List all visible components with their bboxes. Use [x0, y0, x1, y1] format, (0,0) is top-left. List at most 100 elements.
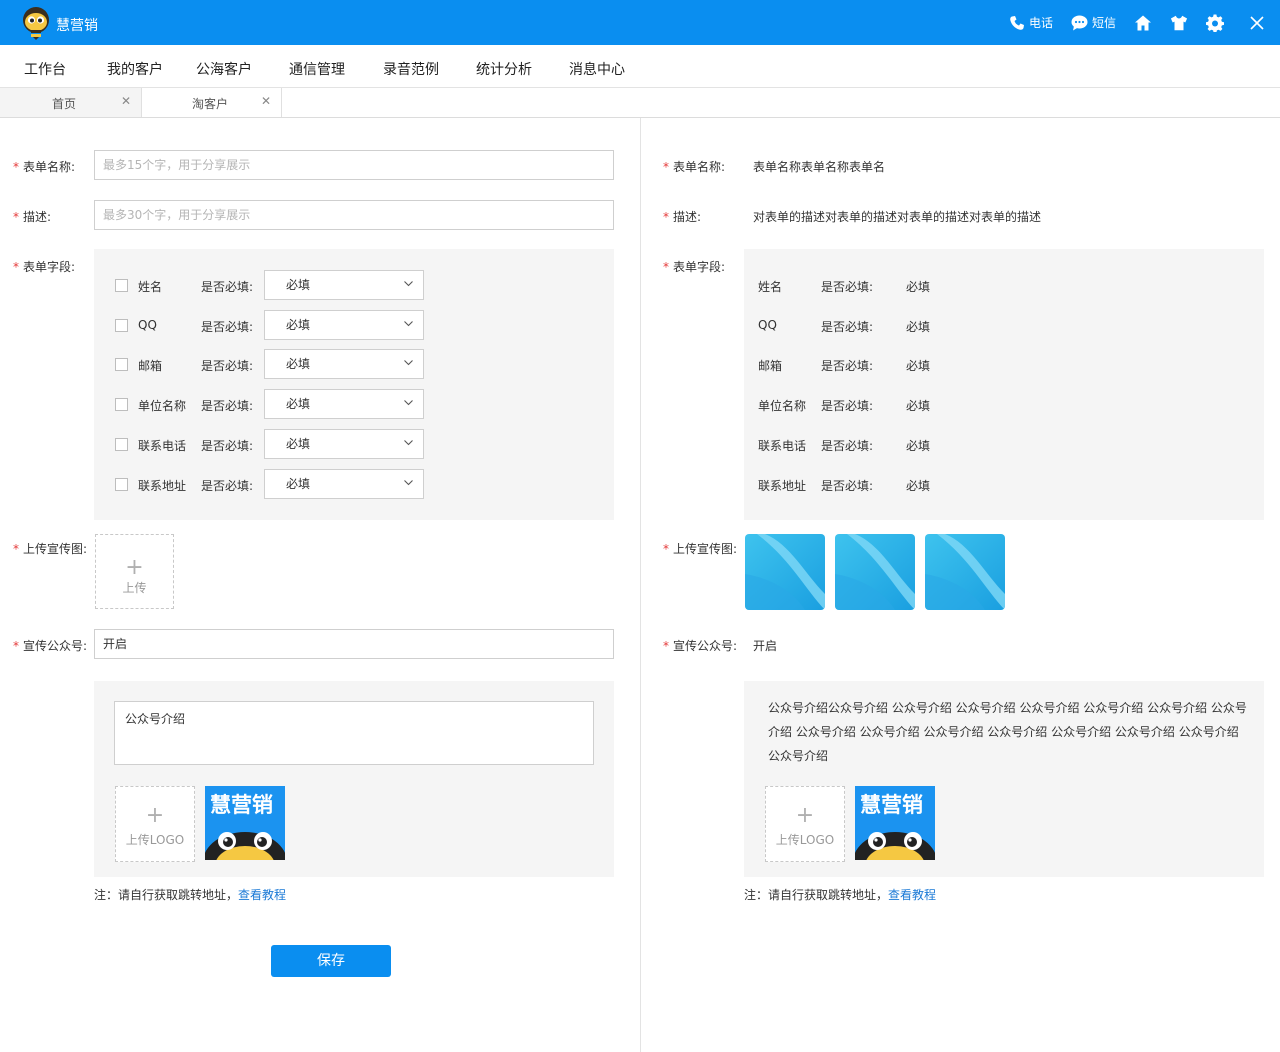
main-nav: 工作台 我的客户 公海客户 通信管理 录音范例 统计分析 消息中心 [0, 45, 1280, 88]
public-account-input[interactable]: 开启 [94, 629, 614, 659]
field-name: 联系地址 [138, 479, 187, 493]
field-checkbox[interactable] [115, 438, 128, 451]
promo-image [925, 534, 1005, 610]
home-button[interactable] [1134, 14, 1152, 32]
field-row: 姓名 是否必填: 必填 [94, 270, 614, 300]
required-label: 是否必填: [821, 399, 874, 413]
field-name: 姓名 [138, 280, 163, 294]
close-button[interactable] [1248, 14, 1266, 32]
preview-intro-text: 公众号介绍公众号介绍 公众号介绍 公众号介绍 公众号介绍 公众号介绍 公众号介绍… [768, 701, 1247, 763]
nav-item-messages[interactable]: 消息中心 [569, 59, 625, 79]
form-desc-input[interactable]: 最多30个字，用于分享展示 [94, 200, 614, 230]
panel-divider [640, 118, 641, 1052]
promo-image-thumb[interactable] [745, 534, 825, 610]
plus-icon: + [795, 803, 815, 828]
form-desc-label: * 描述: [13, 210, 52, 224]
field-name: 联系地址 [758, 479, 807, 493]
close-icon [1250, 15, 1264, 30]
preview-public-value: 开启 [753, 639, 778, 653]
app-title: 慧营销 [56, 18, 98, 34]
chevron-down-icon [404, 480, 413, 486]
preview-upload-logo-button[interactable]: + 上传LOGO [765, 786, 845, 862]
required-label: 是否必填: [201, 280, 254, 294]
tab-find-customers-label: 淘客户 [192, 97, 229, 111]
required-label: 是否必填: [821, 280, 874, 294]
nav-item-statistics[interactable]: 统计分析 [476, 59, 532, 79]
field-row: QQ 是否必填: 必填 [94, 310, 614, 340]
close-icon[interactable]: ✕ [261, 94, 271, 108]
plus-icon: + [125, 555, 144, 580]
upload-image-button[interactable]: + 上传 [95, 534, 174, 609]
intro-textarea[interactable]: 公众号介绍 [114, 701, 594, 765]
chevron-down-icon [404, 321, 413, 327]
field-name: 联系电话 [758, 439, 807, 453]
preview-field-row: 邮箱 是否必填: 必填 [744, 349, 1264, 379]
save-button[interactable]: 保存 [271, 945, 391, 977]
tab-home[interactable]: 首页 ✕ [0, 88, 142, 117]
required-select[interactable]: 必填 [264, 429, 424, 459]
promo-image-thumb[interactable] [835, 534, 915, 610]
field-name: 单位名称 [758, 399, 807, 413]
preview-name-label: * 表单名称: [663, 160, 726, 174]
required-label: 是否必填: [201, 439, 254, 453]
required-value: 必填 [906, 399, 931, 413]
tab-find-customers[interactable]: 淘客户 ✕ [142, 88, 282, 117]
preview-public-label: * 宣传公众号: [663, 639, 738, 653]
phone-icon [1010, 15, 1024, 30]
phone-label: 电话 [1028, 16, 1053, 30]
form-name-input[interactable]: 最多15个字，用于分享展示 [94, 150, 614, 180]
home-icon [1135, 15, 1151, 30]
close-icon[interactable]: ✕ [121, 94, 131, 108]
tshirt-icon [1170, 15, 1188, 30]
preview-fields-label: * 表单字段: [663, 260, 726, 274]
required-select[interactable]: 必填 [264, 469, 424, 499]
field-row: 联系电话 是否必填: 必填 [94, 429, 614, 459]
preview-field-row: 单位名称 是否必填: 必填 [744, 389, 1264, 419]
required-select[interactable]: 必填 [264, 270, 424, 300]
preview-field-row: 联系电话 是否必填: 必填 [744, 429, 1264, 459]
preview-upload-label: * 上传宣传图: [663, 542, 738, 556]
required-select[interactable]: 必填 [264, 310, 424, 340]
field-name: 联系电话 [138, 439, 187, 453]
required-value: 必填 [906, 439, 931, 453]
skin-button[interactable] [1170, 14, 1188, 32]
settings-button[interactable] [1206, 14, 1224, 32]
brand-logo-image: 慧营销 [855, 786, 935, 860]
field-row: 邮箱 是否必填: 必填 [94, 349, 614, 379]
upload-text: 上传 [122, 581, 147, 595]
tutorial-note: 注：请自行获取跳转地址，查看教程 [94, 888, 287, 902]
nav-item-my-customers[interactable]: 我的客户 [107, 59, 163, 79]
phone-button[interactable]: 电话 [1009, 14, 1053, 31]
chevron-down-icon [404, 400, 413, 406]
required-select[interactable]: 必填 [264, 349, 424, 379]
field-checkbox[interactable] [115, 319, 128, 332]
nav-item-recordings[interactable]: 录音范例 [383, 59, 439, 79]
promo-image [745, 534, 825, 610]
public-account-label: * 宣传公众号: [13, 639, 88, 653]
tab-bar: 首页 ✕ 淘客户 ✕ [0, 88, 1280, 118]
chevron-down-icon [404, 281, 413, 287]
field-checkbox[interactable] [115, 398, 128, 411]
nav-item-communication[interactable]: 通信管理 [289, 59, 345, 79]
promo-image-thumb[interactable] [925, 534, 1005, 610]
required-value: 必填 [906, 280, 931, 294]
required-label: 是否必填: [821, 359, 874, 373]
required-label: 是否必填: [201, 399, 254, 413]
nav-item-public-customers[interactable]: 公海客户 [196, 59, 252, 79]
upload-logo-button[interactable]: + 上传LOGO [115, 786, 195, 862]
field-checkbox[interactable] [115, 279, 128, 292]
tutorial-link[interactable]: 查看教程 [238, 888, 286, 902]
required-select[interactable]: 必填 [264, 389, 424, 419]
sms-button[interactable]: 短信 [1071, 14, 1116, 31]
bee-face-icon [855, 832, 935, 860]
nav-item-workbench[interactable]: 工作台 [24, 59, 66, 79]
bee-logo-icon [23, 7, 49, 40]
field-checkbox[interactable] [115, 358, 128, 371]
promo-image [835, 534, 915, 610]
field-name: 姓名 [758, 280, 783, 294]
title-bar: 慧营销 电话 短信 [0, 0, 1280, 45]
preview-tutorial-link[interactable]: 查看教程 [888, 888, 936, 902]
field-checkbox[interactable] [115, 478, 128, 491]
tab-home-label: 首页 [52, 97, 77, 111]
public-account-box: 公众号介绍 + 上传LOGO 慧营销 [94, 681, 614, 877]
